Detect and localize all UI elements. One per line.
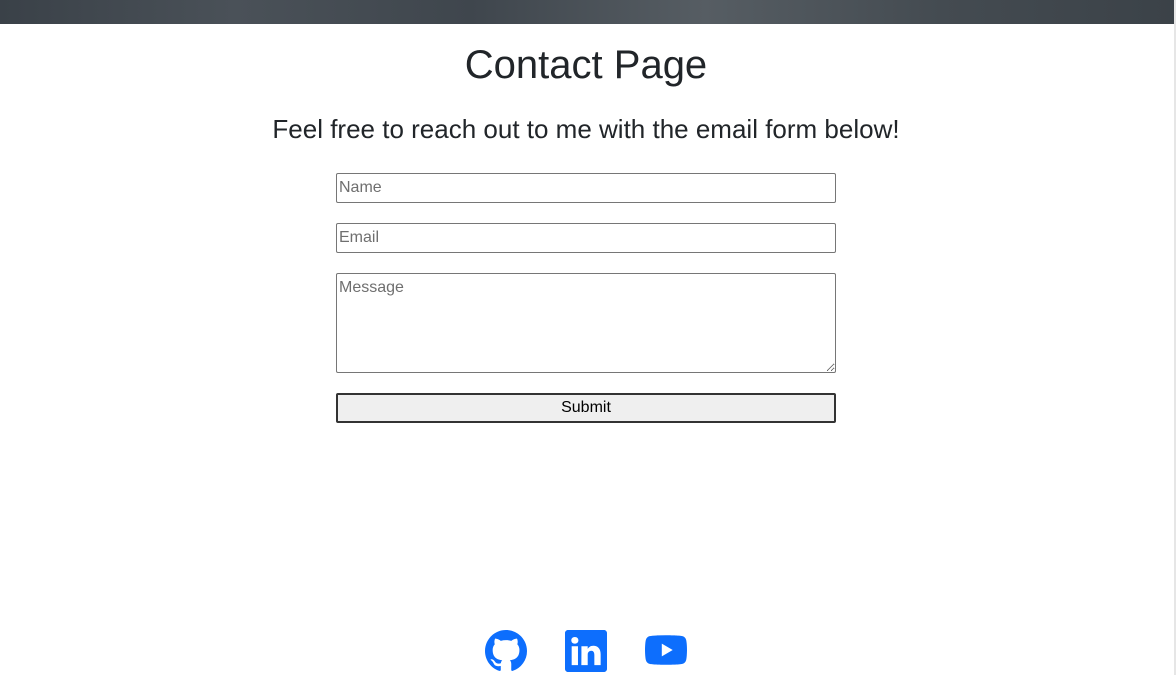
contact-form: Submit: [336, 173, 836, 423]
youtube-icon: [645, 630, 687, 672]
github-link[interactable]: [485, 630, 527, 674]
header-banner: [0, 0, 1176, 24]
submit-button[interactable]: Submit: [336, 393, 836, 423]
email-input[interactable]: [336, 223, 836, 253]
social-links: [0, 630, 1172, 674]
linkedin-icon: [565, 630, 607, 672]
page-title: Contact Page: [464, 43, 708, 87]
youtube-link[interactable]: [645, 630, 687, 674]
linkedin-link[interactable]: [565, 630, 607, 674]
github-icon: [485, 630, 527, 672]
message-textarea[interactable]: [336, 273, 836, 373]
name-input[interactable]: [336, 173, 836, 203]
page-subtitle: Feel free to reach out to me with the em…: [272, 114, 900, 144]
